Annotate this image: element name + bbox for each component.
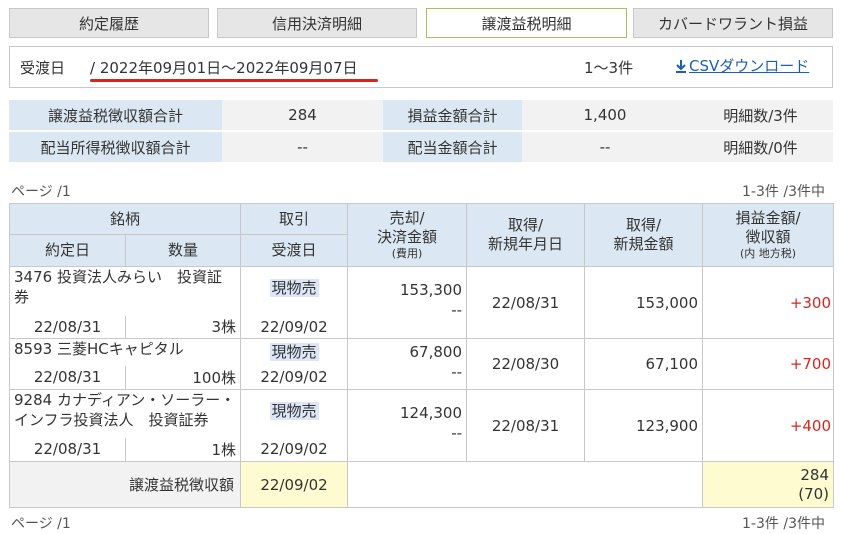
tax-amount-cell: 284 (70) — [702, 461, 835, 508]
sale-cost: -- — [451, 423, 463, 442]
stock-name: 3476 投資法人みらい 投資証券 — [8, 266, 242, 316]
summary-row: 譲渡益税徴収額合計 284 損益金額合計 1,400 明細数/3件 — [9, 100, 833, 130]
tab-trade-history[interactable]: 約定履歴 — [9, 8, 209, 38]
page-indicator-bottom: ページ /1 — [11, 516, 71, 532]
summary-table: 譲渡益税徴収額合計 284 損益金額合計 1,400 明細数/3件 配当所得税徴… — [9, 98, 833, 164]
trade-type-cell: 現物売 — [240, 389, 349, 438]
quantity: 100株 — [124, 365, 242, 390]
acquisition-amount: 67,100 — [584, 338, 704, 390]
tab-margin-settlement[interactable]: 信用決済明細 — [217, 8, 417, 38]
dividend-total-value: -- — [522, 132, 688, 162]
header-pl-line1: 損益金額/ — [735, 209, 801, 228]
header-quantity: 数量 — [124, 234, 242, 267]
trade-type-cell: 現物売 — [240, 338, 349, 366]
profit-loss-total-value: 1,400 — [522, 100, 688, 130]
acquisition-date: 22/08/30 — [466, 338, 586, 390]
header-acq-amount-line2: 新規金額 — [613, 235, 674, 253]
tax-row: 譲渡益税徴収額 22/09/02 284 (70) — [8, 461, 835, 508]
header-acquisition-date: 取得/ 新規年月日 — [466, 203, 586, 267]
sale-amount: 124,300 — [399, 404, 463, 422]
delivery-date: 22/09/02 — [240, 365, 349, 390]
tax-local-amount: (70) — [798, 484, 830, 503]
sale-amount-cell: 153,300 -- — [347, 266, 468, 339]
profit-loss: +700 — [702, 338, 835, 390]
contract-date: 22/08/31 — [9, 315, 126, 339]
dividend-tax-total-value: -- — [222, 132, 383, 162]
acquisition-date: 22/08/31 — [466, 266, 586, 339]
trade-type-link[interactable]: 現物売 — [269, 343, 319, 361]
sale-amount-cell: 124,300 -- — [347, 389, 468, 462]
csv-download-label: CSVダウンロード — [689, 57, 810, 75]
result-count: 1～3件 — [584, 59, 634, 77]
header-acq-amount-line1: 取得/ — [625, 216, 662, 235]
header-sale-line2: 決済金額 — [377, 228, 438, 247]
dividend-detail-count: 明細数/0件 — [688, 132, 833, 162]
date-range-underline — [90, 79, 378, 82]
header-delivery-date: 受渡日 — [240, 234, 349, 267]
delivery-date-label: 受渡日 — [20, 59, 66, 77]
trade-type-cell: 現物売 — [240, 266, 349, 316]
delivery-date: 22/09/02 — [240, 437, 349, 462]
header-pl-local-tax: (内 地方税) — [739, 246, 797, 260]
tax-date: 22/09/02 — [240, 461, 349, 508]
trade-type-link[interactable]: 現物売 — [269, 279, 319, 297]
profit-loss-total-label: 損益金額合計 — [383, 100, 522, 130]
summary-row: 配当所得税徴収額合計 -- 配当金額合計 -- 明細数/0件 — [9, 132, 833, 162]
tab-capital-gains-tax[interactable]: 譲渡益税明細 — [426, 8, 627, 38]
capital-gains-tax-total-label: 譲渡益税徴収額合計 — [9, 100, 222, 130]
range-indicator-bottom: 1-3件 /3件中 — [742, 516, 825, 532]
contract-date: 22/08/31 — [9, 437, 126, 462]
header-acquisition-amount: 取得/ 新規金額 — [584, 203, 704, 267]
tab-covered-warrant[interactable]: カバードワラント損益 — [633, 8, 833, 38]
trade-type-link[interactable]: 現物売 — [269, 402, 319, 420]
table-row: 3476 投資法人みらい 投資証券 現物売 153,300 -- 22/08/31… — [8, 266, 835, 339]
quantity: 3株 — [124, 315, 242, 339]
quantity: 1株 — [124, 437, 242, 462]
dividend-total-label: 配当金額合計 — [383, 132, 522, 162]
delivery-date: 22/09/02 — [240, 315, 349, 339]
contract-date: 22/08/31 — [9, 365, 126, 390]
tax-spacer — [347, 461, 704, 508]
tax-label: 譲渡益税徴収額 — [8, 461, 242, 508]
acquisition-date: 22/08/31 — [466, 389, 586, 462]
header-pl-line2: 徴収額 — [745, 228, 791, 247]
date-filter-bar: 受渡日 / 2022年09月01日～2022年09月07日 1～3件 CSVダウ… — [9, 46, 833, 88]
stock-name: 9284 カナディアン・ソーラー・インフラ投資法人 投資証券 — [8, 389, 242, 438]
header-acq-date-line1: 取得/ — [507, 216, 544, 235]
header-sale-amount: 売却/ 決済金額 (費用) — [347, 203, 468, 267]
header-contract-date: 約定日 — [9, 234, 126, 267]
sale-amount-cell: 67,800 -- — [347, 338, 468, 390]
capital-gains-detail-table: 銘柄 取引 売却/ 決済金額 (費用) 取得/ 新規年月日 取得/ 新規金額 損… — [8, 203, 835, 508]
header-sale-cost: (費用) — [391, 246, 423, 260]
sale-cost: -- — [451, 300, 463, 319]
csv-download-link[interactable]: CSVダウンロード — [675, 55, 809, 76]
capital-gains-tax-total-value: 284 — [222, 100, 383, 130]
header-sale-line1: 売却/ — [389, 209, 425, 228]
header-stock: 銘柄 — [8, 203, 242, 235]
acquisition-amount: 153,000 — [584, 266, 704, 339]
page-indicator-top: ページ /1 — [11, 184, 71, 200]
tab-bar: 約定履歴 信用決済明細 譲渡益税明細 カバードワラント損益 — [9, 8, 833, 38]
table-row: 9284 カナディアン・ソーラー・インフラ投資法人 投資証券 現物売 124,3… — [8, 389, 835, 462]
profit-loss: +400 — [702, 389, 835, 462]
header-trade: 取引 — [240, 203, 349, 235]
acquisition-amount: 123,900 — [584, 389, 704, 462]
profit-loss: +300 — [702, 266, 835, 339]
download-arrow-icon — [676, 59, 686, 73]
detail-count: 明細数/3件 — [688, 100, 833, 130]
stock-name: 8593 三菱HCキャピタル — [8, 338, 242, 366]
header-profit-loss: 損益金額/ 徴収額 (内 地方税) — [702, 203, 835, 267]
table-row: 8593 三菱HCキャピタル 現物売 67,800 -- 22/08/30 67,… — [8, 338, 835, 390]
range-indicator-top: 1-3件 /3件中 — [742, 184, 825, 200]
tax-amount: 284 — [800, 465, 830, 484]
sale-amount: 67,800 — [409, 343, 463, 361]
date-range: / 2022年09月01日～2022年09月07日 — [90, 59, 358, 77]
header-acq-date-line2: 新規年月日 — [488, 235, 564, 253]
sale-amount: 153,300 — [399, 281, 463, 299]
sale-cost: -- — [451, 362, 463, 381]
dividend-tax-total-label: 配当所得税徴収額合計 — [9, 132, 222, 162]
